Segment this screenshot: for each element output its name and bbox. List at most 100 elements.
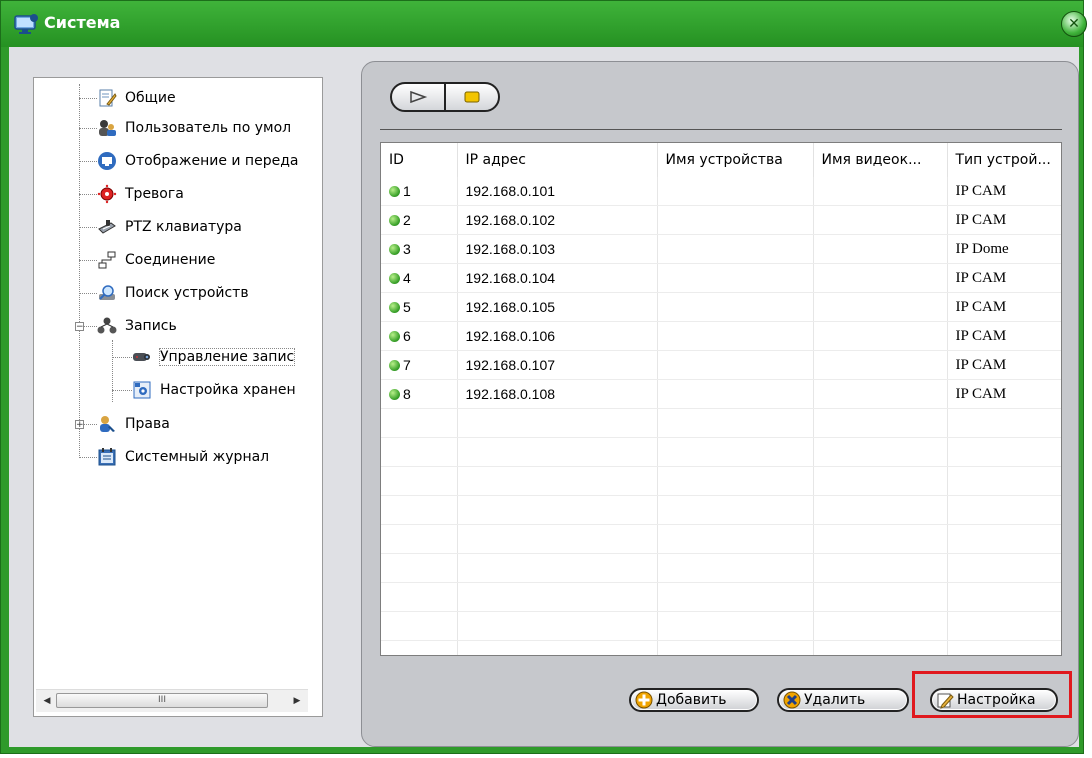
status-online-icon (389, 215, 400, 226)
cell-id: 6 (381, 321, 458, 351)
add-button[interactable]: Добавить (629, 688, 759, 712)
cell-id-text: 6 (403, 328, 411, 344)
table-row[interactable]: 5 192.168.0.105 IP CAM (381, 292, 1061, 322)
cell-device-name (657, 205, 814, 235)
empty-cell (947, 611, 1061, 641)
cell-device-type: IP CAM (947, 350, 1061, 380)
empty-cell (657, 495, 814, 525)
column-header-video-name[interactable]: Имя видеок... (813, 143, 948, 177)
empty-cell (657, 524, 814, 554)
tree-item-label: Настройка хранен (160, 382, 296, 398)
empty-cell (813, 640, 948, 655)
tree-item-default-user[interactable]: Пользователь по умол (97, 114, 291, 142)
empty-cell (947, 640, 1061, 655)
window-client-area: − + Общие Пользователь по умол Отображен… (9, 47, 1079, 747)
storage-settings-icon (133, 381, 151, 399)
column-header-device-name[interactable]: Имя устройства (657, 143, 814, 177)
tree-item-system-log[interactable]: Системный журнал (97, 443, 269, 471)
cell-id: 7 (381, 350, 458, 380)
scrollbar-thumb[interactable]: III (56, 693, 268, 708)
empty-cell (457, 553, 658, 583)
tree-item-ptz-keyboard[interactable]: PTZ клавиатура (97, 213, 242, 241)
tree-item-record-management[interactable]: Управление запис (132, 343, 296, 371)
tree-collapse-toggle[interactable]: − (75, 322, 84, 332)
scroll-left-icon[interactable]: ◀ (40, 694, 54, 708)
table-row[interactable]: 4 192.168.0.104 IP CAM (381, 263, 1061, 293)
settings-tree-panel: − + Общие Пользователь по умол Отображен… (33, 77, 323, 717)
tree-expand-toggle[interactable]: + (75, 420, 84, 430)
cell-video-name (813, 234, 948, 264)
cell-device-type: IP Dome (947, 234, 1061, 264)
tree-item-label: PTZ клавиатура (125, 219, 242, 235)
cell-id-text: 7 (403, 357, 411, 373)
column-header-id[interactable]: ID (381, 143, 458, 177)
tree-item-general[interactable]: Общие (97, 84, 176, 112)
cell-video-name (813, 350, 948, 380)
add-icon (635, 691, 653, 709)
tree-item-rights[interactable]: Права (97, 410, 170, 438)
empty-cell (813, 466, 948, 496)
status-online-icon (389, 273, 400, 284)
cell-ip: 192.168.0.102 (457, 205, 658, 235)
empty-table-row (381, 611, 1061, 641)
empty-cell (457, 640, 658, 655)
tree-item-label: Запись (125, 318, 177, 334)
empty-cell (457, 437, 658, 467)
monitor-icon (98, 152, 116, 170)
toolbar-separator (380, 129, 1062, 130)
empty-cell (813, 611, 948, 641)
cell-ip: 192.168.0.106 (457, 321, 658, 351)
empty-cell (381, 611, 458, 641)
play-button[interactable] (392, 84, 446, 110)
table-row[interactable]: 6 192.168.0.106 IP CAM (381, 321, 1061, 351)
empty-cell (657, 582, 814, 612)
tree-item-device-search[interactable]: Поиск устройств (97, 279, 249, 307)
cell-video-name (813, 177, 948, 206)
empty-table-row (381, 582, 1061, 612)
system-app-icon (14, 14, 38, 34)
table-row[interactable]: 8 192.168.0.108 IP CAM (381, 379, 1061, 409)
empty-cell (381, 524, 458, 554)
scroll-right-icon[interactable]: ▶ (290, 694, 304, 708)
stop-button[interactable] (446, 84, 498, 110)
device-search-icon (99, 285, 115, 300)
tree-item-connection[interactable]: Соединение (97, 246, 215, 274)
delete-button-label: Удалить (804, 692, 866, 708)
status-online-icon (389, 302, 400, 313)
tree-item-label: Права (125, 416, 170, 432)
play-icon (410, 90, 428, 104)
cell-video-name (813, 292, 948, 322)
delete-button[interactable]: Удалить (777, 688, 909, 712)
tree-item-storage-settings[interactable]: Настройка хранен (132, 376, 296, 404)
empty-cell (813, 582, 948, 612)
tree-item-label: Управление запис (158, 348, 296, 366)
tree-item-display[interactable]: Отображение и переда (97, 147, 298, 175)
tree-horizontal-scrollbar[interactable]: ◀ III ▶ (36, 689, 308, 712)
empty-cell (657, 640, 814, 655)
cell-device-name (657, 379, 814, 409)
title-bar[interactable]: Система ✕ (1, 1, 1087, 47)
window-title: Система (44, 13, 121, 32)
delete-icon (783, 691, 801, 709)
settings-button-highlight (912, 671, 1072, 718)
cell-device-type: IP CAM (947, 292, 1061, 322)
tree-item-recording[interactable]: Запись (97, 312, 177, 340)
column-header-device-type[interactable]: Тип устрой... (947, 143, 1061, 177)
cell-ip: 192.168.0.103 (457, 234, 658, 264)
tree-item-alarm[interactable]: Тревога (97, 180, 184, 208)
column-header-ip[interactable]: IP адрес (457, 143, 658, 177)
empty-cell (813, 437, 948, 467)
table-row[interactable]: 2 192.168.0.102 IP CAM (381, 205, 1061, 235)
table-row[interactable]: 1 192.168.0.101 IP CAM (381, 177, 1061, 206)
empty-cell (813, 524, 948, 554)
cell-device-name (657, 350, 814, 380)
table-row[interactable]: 7 192.168.0.107 IP CAM (381, 350, 1061, 380)
table-row[interactable]: 3 192.168.0.103 IP Dome (381, 234, 1061, 264)
empty-cell (381, 408, 458, 438)
tree-item-label: Пользователь по умол (125, 120, 292, 136)
tree-item-label: Системный журнал (125, 449, 270, 465)
close-button[interactable]: ✕ (1061, 11, 1087, 37)
empty-table-row (381, 408, 1061, 438)
playback-toolbar (390, 82, 500, 112)
cell-id-text: 3 (403, 241, 411, 257)
